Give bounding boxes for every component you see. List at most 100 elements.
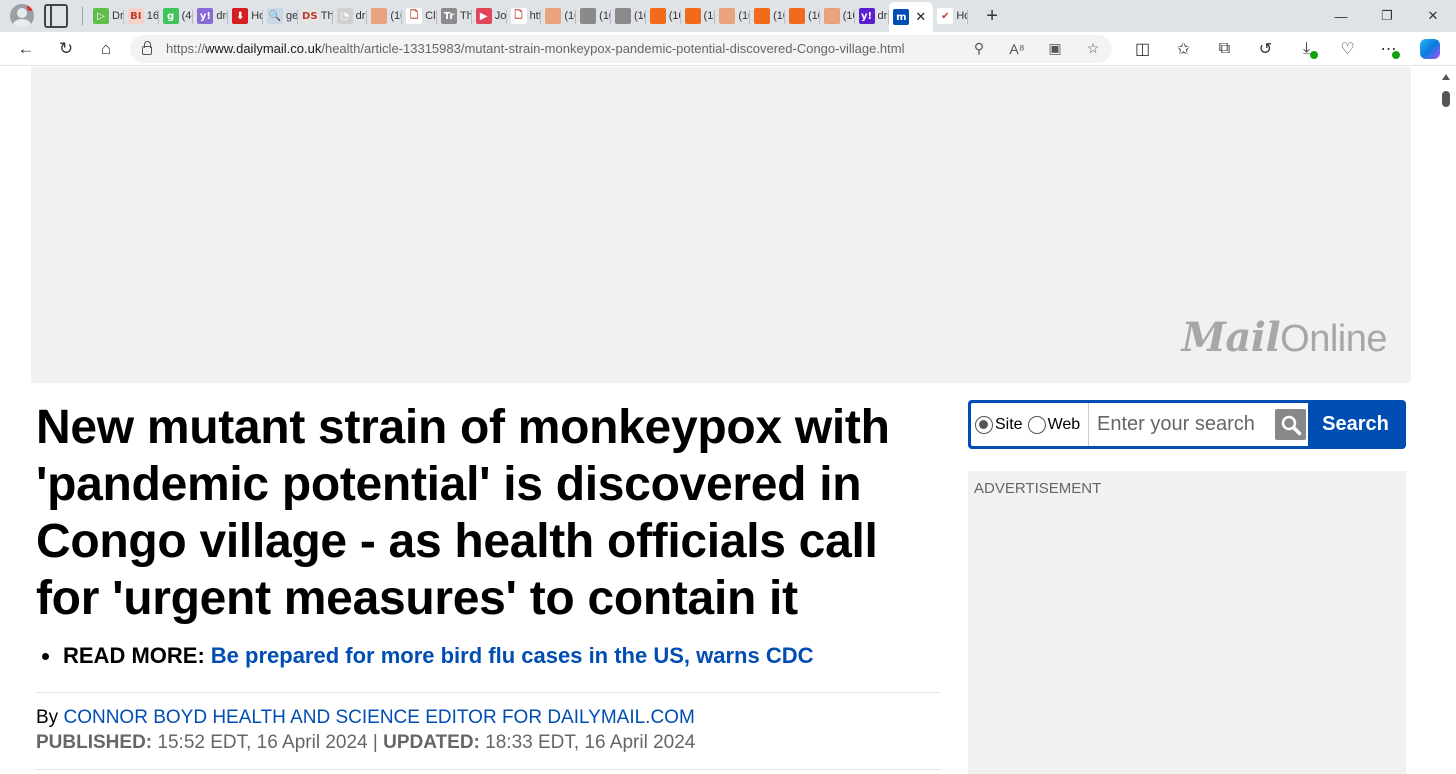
- tab-label: The: [320, 10, 333, 22]
- tab-favicon-icon: m: [893, 9, 910, 25]
- search-input[interactable]: [1088, 403, 1273, 446]
- tab-label: 16(: [146, 10, 159, 22]
- author-link[interactable]: CONNOR BOYD HEALTH AND SCIENCE EDITOR FO…: [63, 707, 694, 728]
- tab-label: (40: [181, 10, 194, 22]
- tab-label: dru: [877, 10, 890, 22]
- address-bar[interactable]: https://www.dailymail.co.uk/health/artic…: [130, 34, 1112, 63]
- immersive-reader-icon[interactable]: ▣: [1036, 36, 1074, 62]
- read-aloud-icon[interactable]: A⁸: [998, 36, 1036, 62]
- tab-favicon-icon: 🔍: [266, 8, 283, 24]
- browser-tab[interactable]: y!dru: [855, 2, 890, 30]
- browser-tab[interactable]: BI16(: [124, 2, 159, 30]
- copilot-icon[interactable]: [1409, 33, 1450, 65]
- tab-label: (10: [842, 10, 855, 22]
- zoom-icon[interactable]: ⚲: [960, 36, 998, 62]
- minimize-icon[interactable]: —: [1318, 0, 1364, 32]
- scroll-up-arrow-icon[interactable]: [1442, 74, 1450, 80]
- tab-label: Ho: [956, 10, 969, 22]
- browser-tab[interactable]: ▶Jou: [472, 2, 507, 30]
- browser-tab[interactable]: ▷Dr.: [89, 2, 124, 30]
- browser-tab[interactable]: (10: [750, 2, 785, 30]
- tab-favicon-icon: 🗋: [510, 8, 527, 24]
- history-icon[interactable]: ↺: [1245, 33, 1286, 65]
- back-icon[interactable]: ←: [6, 33, 46, 65]
- browser-essentials-icon[interactable]: ♡: [1327, 33, 1368, 65]
- tab-label: (10: [773, 10, 785, 22]
- tab-label: Cla: [425, 10, 437, 22]
- browser-tab[interactable]: (10: [541, 2, 576, 30]
- new-tab-button[interactable]: +: [978, 2, 1006, 30]
- browser-tab[interactable]: ✔ Ho: [933, 2, 968, 30]
- close-tab-icon[interactable]: ✕: [915, 9, 926, 25]
- site-radio-label[interactable]: Site: [995, 416, 1023, 434]
- restore-icon[interactable]: ❐: [1364, 0, 1410, 32]
- tab-list: ▷Dr.BI16(g(40y!dru⬇Ho🔍getDSThe◔dru(10🗋Cl…: [89, 0, 968, 32]
- site-search: Site Web Search: [968, 400, 1406, 449]
- browser-tab[interactable]: ⬇ Ho: [228, 2, 263, 30]
- browser-tab[interactable]: (10: [715, 2, 750, 30]
- byline: By CONNOR BOYD HEALTH AND SCIENCE EDITOR…: [36, 707, 695, 729]
- updated-date: 18:33 EDT, 16 April 2024: [485, 732, 696, 753]
- close-window-icon[interactable]: ✕: [1410, 0, 1456, 32]
- collections-icon[interactable]: ⧉: [1204, 33, 1245, 65]
- tab-favicon-icon: [580, 8, 597, 24]
- published-date: 15:52 EDT, 16 April 2024: [157, 732, 368, 753]
- search-scope: Site Web: [971, 403, 1088, 446]
- favorite-star-icon[interactable]: ☆: [1074, 36, 1112, 62]
- tab-label: (10: [668, 10, 681, 22]
- date-separator: |: [372, 732, 378, 753]
- tab-favicon-icon: y!: [858, 8, 875, 24]
- more-menu-icon[interactable]: ⋯: [1368, 33, 1409, 65]
- web-radio[interactable]: [1027, 415, 1046, 434]
- tab-strip: ▷Dr.BI16(g(40y!dru⬇Ho🔍getDSThe◔dru(10🗋Cl…: [0, 0, 1456, 32]
- browser-tab[interactable]: (10: [367, 2, 402, 30]
- page-scrollbar[interactable]: [1437, 67, 1456, 774]
- read-more-link[interactable]: Be prepared for more bird flu cases in t…: [211, 643, 814, 669]
- tab-label: (10: [633, 10, 646, 22]
- tab-label: htt: [529, 10, 542, 22]
- scroll-thumb[interactable]: [1442, 91, 1450, 107]
- split-screen-icon[interactable]: ◫: [1122, 33, 1163, 65]
- browser-tab[interactable]: (10: [646, 2, 681, 30]
- browser-tab[interactable]: TrThi: [437, 2, 472, 30]
- mailonline-logo[interactable]: MailOnline: [1182, 314, 1388, 361]
- tab-favicon-icon: [649, 8, 666, 24]
- search-magnifier[interactable]: [1273, 403, 1308, 446]
- advertisement-label: ADVERTISEMENT: [974, 480, 1102, 497]
- tab-separator: [82, 7, 83, 25]
- browser-tab[interactable]: 🔍get: [263, 2, 298, 30]
- web-radio-label[interactable]: Web: [1048, 416, 1081, 434]
- browser-tab[interactable]: g(40: [159, 2, 194, 30]
- site-radio[interactable]: [975, 415, 993, 434]
- browser-tab[interactable]: (10: [785, 2, 820, 30]
- search-button[interactable]: Search: [1308, 403, 1403, 446]
- tab-favicon-icon: ◔: [336, 8, 353, 24]
- search-icon[interactable]: [1275, 409, 1306, 440]
- browser-tab[interactable]: (10: [611, 2, 646, 30]
- advertisement-box: ADVERTISEMENT: [968, 471, 1406, 774]
- browser-tab[interactable]: (10: [820, 2, 855, 30]
- browser-tab[interactable]: ◔dru: [333, 2, 367, 30]
- lock-icon[interactable]: [142, 41, 152, 55]
- favorites-icon[interactable]: ✩: [1163, 33, 1204, 65]
- downloads-icon[interactable]: ⤓: [1286, 33, 1327, 65]
- page-content: MailOnline New mutant strain of monkeypo…: [4, 67, 1411, 774]
- browser-tab[interactable]: 🗋 htt: [507, 2, 542, 30]
- url-text[interactable]: https://www.dailymail.co.uk/health/artic…: [166, 41, 960, 56]
- refresh-icon[interactable]: ↻: [46, 33, 86, 65]
- tab-favicon-icon: ✔: [937, 8, 954, 24]
- tab-favicon-icon: g: [162, 8, 179, 24]
- tab-favicon-icon: Tr: [440, 8, 457, 24]
- browser-tab[interactable]: 🗋Cla: [402, 2, 437, 30]
- tab-label: Thi: [459, 10, 472, 22]
- browser-tab[interactable]: (10: [576, 2, 611, 30]
- tab-actions-icon[interactable]: [44, 4, 68, 28]
- active-tab[interactable]: m ✕: [889, 2, 934, 32]
- profile-avatar-icon[interactable]: [10, 4, 34, 28]
- tab-favicon-icon: ▶: [475, 8, 492, 24]
- browser-tab[interactable]: y!dru: [193, 2, 228, 30]
- tab-label: (10: [564, 10, 576, 22]
- browser-tab[interactable]: (10: [681, 2, 715, 30]
- home-icon[interactable]: ⌂: [86, 33, 126, 65]
- browser-tab[interactable]: DSThe: [298, 2, 333, 30]
